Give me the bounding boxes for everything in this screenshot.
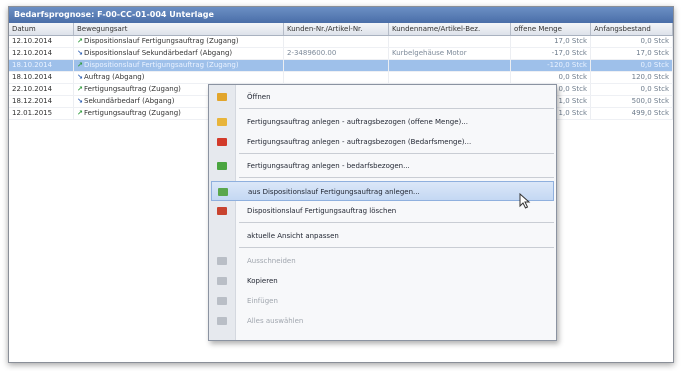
window-title: Bedarfsprognose: F-00-CC-01-004 Unterlag… <box>9 7 673 23</box>
cell-customer-no: 2-3489600.00 <box>284 48 389 59</box>
menu-item[interactable]: Fertigungsauftrag anlegen - bedarfsbezog… <box>211 156 554 176</box>
menu-item-label: Fertigungsauftrag anlegen - bedarfsbezog… <box>247 162 410 170</box>
menu-separator <box>239 177 554 178</box>
menu-item-label: Dispositionslauf Fertigungsauftrag lösch… <box>247 207 397 215</box>
cell-movement-type: ↘Auftrag (Abgang) <box>74 72 284 83</box>
cell-customer-no <box>284 36 389 47</box>
menu-item[interactable]: Fertigungsauftrag anlegen - auftragsbezo… <box>211 132 554 152</box>
cell-movement-type: ↘Dispositionslauf Sekundärbedarf (Abgang… <box>74 48 284 59</box>
cell-date: 12.10.2014 <box>9 36 74 47</box>
context-menu: Öffnen Fertigungsauftrag anlegen - auftra… <box>208 84 557 341</box>
cell-start-stock: 17,0 Stck <box>591 48 673 59</box>
cell-open-qty: -120,0 Stck <box>511 60 591 71</box>
arrow-down-right-icon: ↘ <box>77 73 83 81</box>
cell-start-stock: 120,0 Stck <box>591 72 673 83</box>
cell-movement-type: ↗Dispositionslauf Fertigungsauftrag (Zug… <box>74 60 284 71</box>
menu-separator <box>239 247 554 248</box>
cell-open-qty: 17,0 Stck <box>511 36 591 47</box>
menu-separator <box>239 108 554 109</box>
movement-type-label: Dispositionslauf Fertigungsauftrag (Zuga… <box>84 61 239 69</box>
arrow-down-right-icon: ↘ <box>77 97 83 105</box>
cell-customer-name <box>389 72 511 83</box>
menu-item[interactable]: aus Dispositionslauf Fertigungsauftrag a… <box>211 181 554 201</box>
cell-date: 18.12.2014 <box>9 96 74 107</box>
menu-item[interactable]: Fertigungsauftrag anlegen - auftragsbezo… <box>211 112 554 132</box>
cell-start-stock: 499,0 Stck <box>591 108 673 119</box>
menu-item[interactable]: Alles auswählen <box>211 311 554 331</box>
cell-customer-no <box>284 60 389 71</box>
menu-item-label: aus Dispositionslauf Fertigungsauftrag a… <box>248 188 420 196</box>
menu-item-label: Alles auswählen <box>247 317 304 325</box>
movement-type-label: Auftrag (Abgang) <box>84 73 145 81</box>
menu-item-icon <box>217 138 227 146</box>
cell-customer-name <box>389 36 511 47</box>
menu-item[interactable]: Kopieren <box>211 271 554 291</box>
column-header-date[interactable]: Datum <box>9 23 74 35</box>
arrow-up-right-icon: ↗ <box>77 109 83 117</box>
menu-item-icon <box>217 118 227 126</box>
movement-type-label: Fertigungsauftrag (Zugang) <box>84 109 181 117</box>
menu-item-icon <box>217 277 227 285</box>
cell-date: 12.01.2015 <box>9 108 74 119</box>
menu-item-icon <box>217 207 227 215</box>
column-header-type[interactable]: Bewegungsart <box>74 23 284 35</box>
cell-date: 12.10.2014 <box>9 48 74 59</box>
menu-item[interactable]: Dispositionslauf Fertigungsauftrag lösch… <box>211 201 554 221</box>
cell-customer-name <box>389 60 511 71</box>
menu-item-label: aktuelle Ansicht anpassen <box>247 232 339 240</box>
menu-item-label: Ausschneiden <box>247 257 296 265</box>
menu-item[interactable]: Öffnen <box>211 87 554 107</box>
cell-start-stock: 0,0 Stck <box>591 84 673 95</box>
cell-date: 18.10.2014 <box>9 60 74 71</box>
column-header-customer-name[interactable]: Kundenname/Artikel-Bez. <box>389 23 511 35</box>
cell-start-stock: 0,0 Stck <box>591 60 673 71</box>
menu-item[interactable]: aktuelle Ansicht anpassen <box>211 226 554 246</box>
table-header: Datum Bewegungsart Kunden-Nr./Artikel-Nr… <box>9 23 673 36</box>
menu-item-icon <box>217 317 227 325</box>
table-row[interactable]: 18.10.2014 ↘Auftrag (Abgang) 0,0 Stck 120,0… <box>9 72 673 84</box>
arrow-down-right-icon: ↘ <box>77 49 83 57</box>
cell-customer-no <box>284 72 389 83</box>
menu-item-icon <box>217 297 227 305</box>
menu-item-icon <box>217 257 227 265</box>
table-row[interactable]: 12.10.2014 ↗Dispositionslauf Fertigungsau… <box>9 36 673 48</box>
cell-start-stock: 500,0 Stck <box>591 96 673 107</box>
menu-item-label: Fertigungsauftrag anlegen - auftragsbezo… <box>247 138 472 146</box>
menu-item[interactable]: Einfügen <box>211 291 554 311</box>
cell-start-stock: 0,0 Stck <box>591 36 673 47</box>
menu-item-icon <box>217 162 227 170</box>
table-row[interactable]: 18.10.2014 ↗Dispositionslauf Fertigungsau… <box>9 60 673 72</box>
movement-type-label: Fertigungsauftrag (Zugang) <box>84 85 181 93</box>
movement-type-label: Dispositionslauf Sekundärbedarf (Abgang) <box>84 49 233 57</box>
mouse-pointer-icon <box>519 193 531 209</box>
menu-item-label: Öffnen <box>247 93 271 101</box>
cell-date: 18.10.2014 <box>9 72 74 83</box>
menu-item-label: Fertigungsauftrag anlegen - auftragsbezo… <box>247 118 468 126</box>
menu-item-label: Einfügen <box>247 297 278 305</box>
arrow-up-right-icon: ↗ <box>77 85 83 93</box>
menu-item-icon <box>218 188 228 196</box>
menu-item-label: Kopieren <box>247 277 278 285</box>
cell-open-qty: 0,0 Stck <box>511 72 591 83</box>
menu-item[interactable]: Ausschneiden <box>211 251 554 271</box>
movement-type-label: Sekundärbedarf (Abgang) <box>84 97 175 105</box>
cell-movement-type: ↗Dispositionslauf Fertigungsauftrag (Zug… <box>74 36 284 47</box>
menu-separator <box>239 153 554 154</box>
menu-separator <box>239 222 554 223</box>
column-header-start-stock[interactable]: Anfangsbestand <box>591 23 673 35</box>
cell-customer-name: Kurbelgehäuse Motor <box>389 48 511 59</box>
column-header-open-qty[interactable]: offene Menge <box>511 23 591 35</box>
menu-item-icon <box>217 93 227 101</box>
movement-type-label: Dispositionslauf Fertigungsauftrag (Zuga… <box>84 37 239 45</box>
arrow-up-right-icon: ↗ <box>77 37 83 45</box>
arrow-up-right-icon: ↗ <box>77 61 83 69</box>
table-row[interactable]: 12.10.2014 ↘Dispositionslauf Sekundärbeda… <box>9 48 673 60</box>
cell-open-qty: -17,0 Stck <box>511 48 591 59</box>
cell-date: 22.10.2014 <box>9 84 74 95</box>
column-header-customer-no[interactable]: Kunden-Nr./Artikel-Nr. <box>284 23 389 35</box>
